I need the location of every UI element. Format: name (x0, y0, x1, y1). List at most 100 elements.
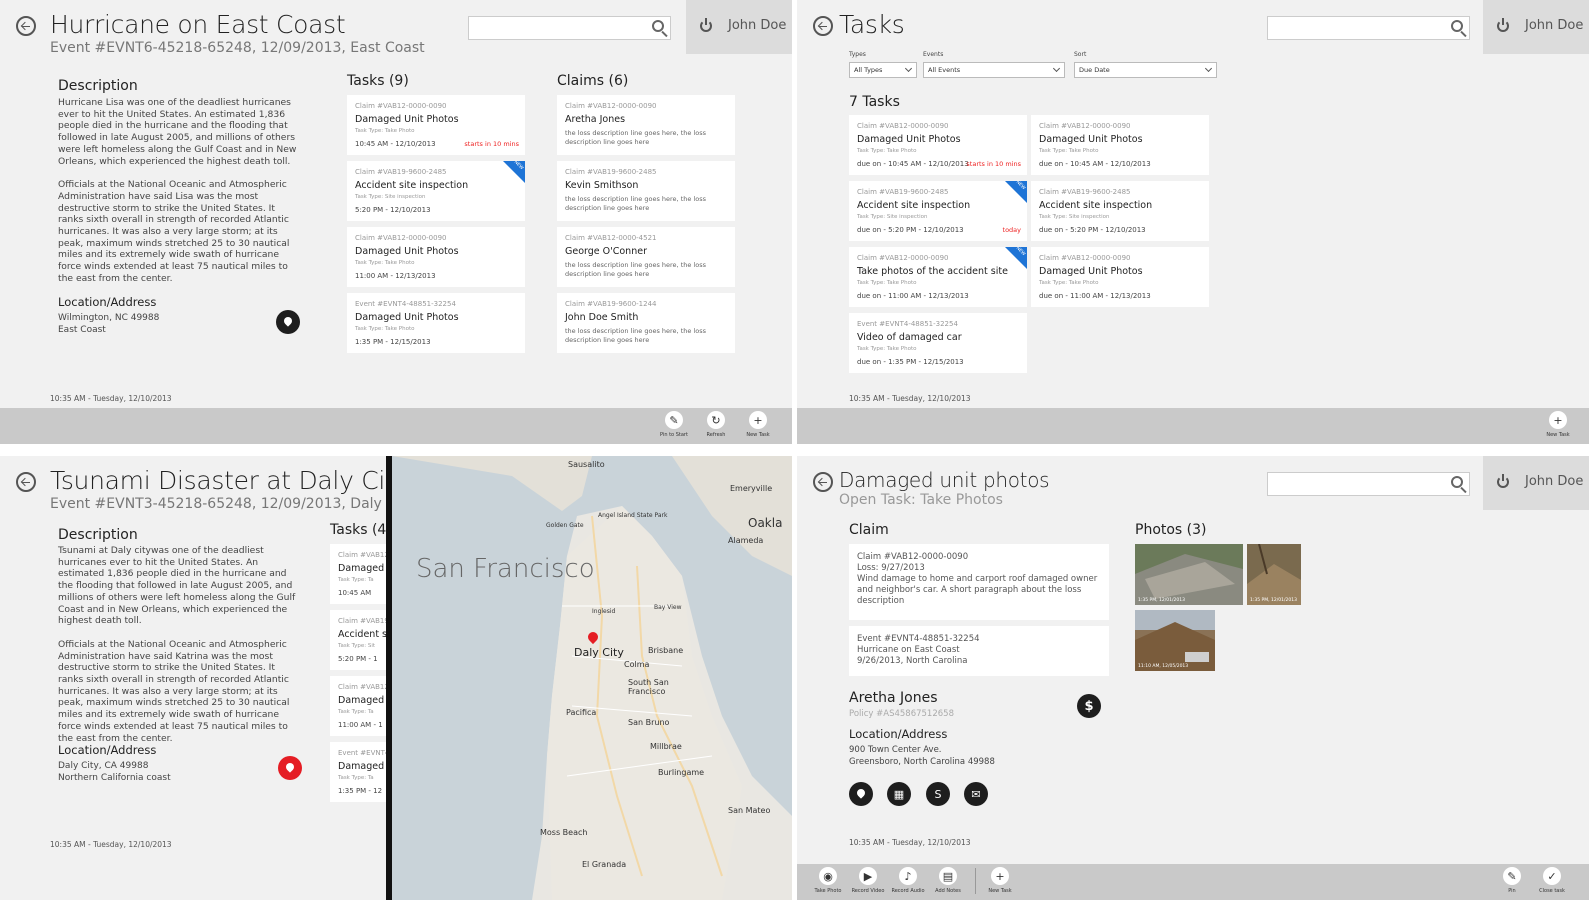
claim-card[interactable]: Claim #VAB12-0000-0090 Loss: 9/27/2013 W… (849, 544, 1109, 620)
claim-loss-date: Loss: 9/27/2013 (857, 563, 925, 573)
search-icon[interactable] (652, 20, 664, 32)
back-arrow-icon[interactable] (813, 16, 833, 36)
events-dropdown[interactable]: All Events (923, 62, 1065, 78)
appbar-label: New Task (1546, 432, 1570, 438)
description-paragraph: Officials at the National Oceanic and At… (58, 179, 290, 284)
description-heading: Description (58, 527, 138, 543)
claim-card[interactable]: Claim #VAB12-0000-4521 George O'Conner t… (557, 227, 735, 287)
power-icon[interactable] (1497, 474, 1509, 488)
task-title: Damaged Unit Photos (355, 246, 459, 257)
refresh-button[interactable]: ↻ Refresh (699, 411, 733, 438)
photo-thumbnail[interactable]: 1:35 PM, 12/01/2013 (1247, 544, 1301, 605)
map-place-label: Bay View (654, 604, 682, 611)
take-photo-button[interactable]: ◉ Take Photo (811, 867, 845, 894)
search-input[interactable] (1267, 472, 1470, 496)
video-icon: ▶ (859, 867, 877, 885)
user-account[interactable]: John Doe (686, 0, 792, 54)
task-alert: starts in 10 mins (464, 140, 519, 148)
skype-icon[interactable]: S (926, 782, 950, 806)
photo-timestamp: 1:35 PM, 12/01/2013 (1138, 598, 1185, 603)
record-video-button[interactable]: ▶ Record Video (851, 867, 885, 894)
search-icon[interactable] (1451, 476, 1463, 488)
map-pin-icon[interactable] (849, 782, 873, 806)
pin-button[interactable]: ✎ Pin (1495, 867, 1529, 894)
task-card[interactable]: Claim #VAB12-0000-0090 Damaged Unit Phot… (1031, 115, 1209, 175)
email-icon[interactable]: ✉ (964, 782, 988, 806)
claim-card[interactable]: Claim #VAB12-0000-0090 Aretha Jones the … (557, 95, 735, 155)
task-card[interactable]: Event #EVNT4-48851-32254 Video of damage… (849, 313, 1027, 373)
user-account[interactable]: John Doe (1483, 0, 1589, 54)
location-line: Wilmington, NC 49988 (58, 313, 160, 323)
map-view[interactable]: San Francisco Sausalito Emeryville Oakla… (392, 456, 792, 900)
task-type: Task Type: Take Photo (1039, 148, 1099, 154)
claim-card[interactable]: Claim #VAB19-9600-1244 John Doe Smith th… (557, 293, 735, 353)
task-ref: Claim #VAB12 (338, 551, 389, 559)
new-task-button[interactable]: + New Task (741, 411, 775, 438)
task-title: Accident site (338, 629, 390, 640)
types-dropdown[interactable]: All Types (849, 62, 917, 78)
task-ref: Event #EVNT4-48851-32254 (355, 300, 456, 308)
back-arrow-icon[interactable] (16, 16, 36, 36)
camera-icon: ◉ (819, 867, 837, 885)
task-card[interactable]: Claim #VAB12 Damaged Ur Task Type: Ta 10… (330, 544, 390, 604)
task-card[interactable]: NEW Claim #VAB12-0000-0090 Take photos o… (849, 247, 1027, 307)
appbar-label: New Task (746, 432, 770, 438)
task-time: due on - 5:20 PM - 12/10/2013 (857, 226, 964, 234)
map-place-label: San Bruno (628, 718, 670, 727)
sort-dropdown[interactable]: Due Date (1074, 62, 1217, 78)
task-card[interactable]: Claim #VAB19-9600-2485 Accident site ins… (1031, 181, 1209, 241)
task-title: Take photos of the accident site (857, 266, 1008, 277)
new-badge: NEW (503, 161, 525, 183)
dollar-icon[interactable]: $ (1077, 694, 1101, 718)
task-card[interactable]: Event #EVNT4 Damaged Ur Task Type: Ta 1:… (330, 742, 390, 802)
user-account[interactable]: John Doe (1483, 456, 1589, 510)
description-text: Tsunami at Daly citywas one of the deadl… (58, 545, 303, 756)
task-card[interactable]: NEW Claim #VAB19-9600-2485 Accident site… (347, 161, 525, 221)
task-time: 10:45 AM (338, 589, 372, 597)
calendar-icon[interactable]: ▦ (887, 782, 911, 806)
task-card[interactable]: Claim #VAB12-0000-0090 Damaged Unit Phot… (347, 227, 525, 287)
task-alert: today (1002, 226, 1021, 234)
event-card[interactable]: Event #EVNT4-48851-32254 Hurricane on Ea… (849, 626, 1109, 676)
photo-thumbnail[interactable]: 11:10 AM, 12/05/2013 (1135, 610, 1215, 671)
task-card[interactable]: Claim #VAB19 Accident site Task Type: Si… (330, 610, 390, 670)
back-arrow-icon[interactable] (813, 472, 833, 492)
photo-image (1135, 610, 1215, 671)
claim-description: the loss description line goes here, the… (565, 261, 706, 278)
task-title: Damaged Unit Photos (355, 312, 459, 323)
task-alert: starts in 10 mins (966, 160, 1021, 168)
claim-card[interactable]: Claim #VAB19-9600-2485 Kevin Smithson th… (557, 161, 735, 221)
task-card[interactable]: Claim #VAB12-0000-0090 Damaged Unit Phot… (849, 115, 1027, 175)
task-card[interactable]: NEW Claim #VAB19-9600-2485 Accident site… (849, 181, 1027, 241)
record-audio-button[interactable]: ♪ Record Audio (891, 867, 925, 894)
dropdown-value: Due Date (1079, 66, 1110, 74)
task-card[interactable]: Claim #VAB12 Damaged Ur Task Type: Ta 11… (330, 676, 390, 736)
back-arrow-icon[interactable] (16, 472, 36, 492)
search-icon[interactable] (1451, 20, 1463, 32)
new-task-button[interactable]: + New Task (1541, 411, 1575, 438)
task-ref: Event #EVNT4-48851-32254 (857, 320, 958, 328)
appbar-label: Pin (1508, 888, 1516, 894)
photo-thumbnail[interactable]: 1:35 PM, 12/01/2013 (1135, 544, 1243, 605)
tasks-heading: Tasks (4) (330, 522, 392, 538)
new-task-button[interactable]: + New Task (983, 867, 1017, 894)
task-title: Damaged Unit Photos (1039, 266, 1143, 277)
task-card[interactable]: Claim #VAB12-0000-0090 Damaged Unit Phot… (1031, 247, 1209, 307)
task-type: Task Type: Site inspection (355, 194, 426, 200)
search-input[interactable] (468, 16, 671, 40)
new-badge: NEW (1005, 247, 1027, 269)
map-pin-icon[interactable] (278, 756, 302, 780)
pin-to-start-button[interactable]: ✎ Pin to Start (657, 411, 691, 438)
add-notes-button[interactable]: ▤ Add Notes (931, 867, 965, 894)
power-icon[interactable] (1497, 18, 1509, 32)
map-pin-icon[interactable] (276, 310, 300, 334)
task-card[interactable]: Claim #VAB12-0000-0090 Damaged Unit Phot… (347, 95, 525, 155)
search-input[interactable] (1267, 16, 1470, 40)
close-task-button[interactable]: ✓ Close task (1535, 867, 1569, 894)
location-heading: Location/Address (58, 295, 157, 309)
power-icon[interactable] (700, 18, 712, 32)
photo-image (1247, 544, 1301, 605)
user-name: John Doe (1525, 18, 1584, 33)
task-ref: Claim #VAB12-0000-0090 (857, 254, 949, 262)
task-card[interactable]: Event #EVNT4-48851-32254 Damaged Unit Ph… (347, 293, 525, 353)
